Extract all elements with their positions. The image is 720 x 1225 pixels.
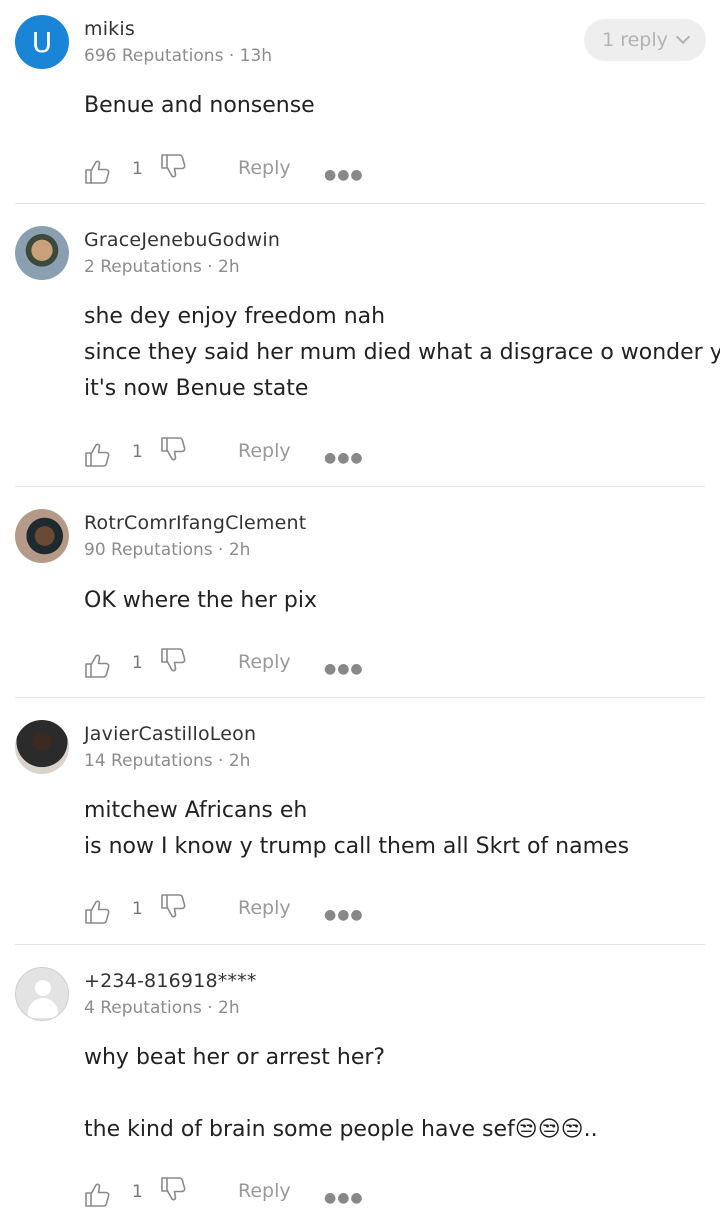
thumbs-down-icon[interactable] xyxy=(160,1176,188,1202)
reply-button[interactable]: Reply xyxy=(238,1180,291,1202)
thumbs-down-icon[interactable] xyxy=(160,647,188,673)
comment-item: U mikis 696 Reputations · 13h 1 reply Be… xyxy=(0,0,720,204)
comment-actions: 1 Reply ●●● xyxy=(84,648,384,681)
chevron-down-icon xyxy=(675,29,690,45)
comment-item: RotrComrIfangClement 90 Reputations · 2h… xyxy=(0,487,720,698)
like-count: 1 xyxy=(132,442,143,462)
user-placeholder-body xyxy=(28,998,58,1018)
comment-item: JavierCastilloLeon 14 Reputations · 2h m… xyxy=(0,698,720,945)
thumbs-down-icon[interactable] xyxy=(160,893,188,919)
more-options-icon[interactable]: ●●● xyxy=(324,1190,364,1206)
more-options-icon[interactable]: ●●● xyxy=(324,167,364,183)
comment-item: GraceJenebuGodwin 2 Reputations · 2h she… xyxy=(0,204,720,487)
avatar[interactable] xyxy=(15,226,69,280)
comment-line: she dey enjoy freedom nah xyxy=(84,304,386,329)
unamused-face-emoji: 😒😒😒 xyxy=(514,1117,584,1142)
avatar[interactable]: U xyxy=(15,15,69,69)
thumbs-up-icon[interactable] xyxy=(84,653,112,679)
username[interactable]: +234-816918**** xyxy=(84,970,257,992)
comment-line: Benue and nonsense xyxy=(84,93,315,118)
comment-meta: 696 Reputations · 13h xyxy=(84,46,273,66)
comment-actions: 1 Reply ●●● xyxy=(84,894,384,927)
comment-actions: 1 Reply ●●● xyxy=(84,437,384,470)
reply-button[interactable]: Reply xyxy=(238,440,291,462)
avatar[interactable] xyxy=(15,509,69,563)
like-count: 1 xyxy=(132,159,143,179)
comment-meta: 4 Reputations · 2h xyxy=(84,998,240,1018)
comment-text: she dey enjoy freedom nah since they sai… xyxy=(84,299,720,407)
reply-button[interactable]: Reply xyxy=(238,157,291,179)
comment-actions: 1 Reply ●●● xyxy=(84,154,384,187)
comment-line: since they said her mum died what a disg… xyxy=(84,340,720,365)
reply-button[interactable]: Reply xyxy=(238,897,291,919)
comment-line xyxy=(84,1076,598,1112)
comment-text: why beat her or arrest her? the kind of … xyxy=(84,1040,598,1148)
replies-label: 1 reply xyxy=(602,29,668,51)
comment-trailing: .. xyxy=(583,1117,598,1142)
username[interactable]: GraceJenebuGodwin xyxy=(84,229,280,251)
username[interactable]: JavierCastilloLeon xyxy=(84,723,256,745)
comment-line-with-emoji: the kind of brain some people have sef😒😒… xyxy=(84,1112,598,1148)
comment-meta: 2 Reputations · 2h xyxy=(84,257,240,277)
avatar[interactable] xyxy=(15,720,69,774)
comment-line: the kind of brain some people have sef xyxy=(84,1117,515,1142)
comment-text: mitchew Africans eh is now I know y trum… xyxy=(84,793,629,865)
avatar-placeholder[interactable] xyxy=(15,967,69,1021)
thumbs-up-icon[interactable] xyxy=(84,1182,112,1208)
thumbs-down-icon[interactable] xyxy=(160,436,188,462)
reply-button[interactable]: Reply xyxy=(238,651,291,673)
avatar-letter: U xyxy=(31,25,53,59)
comment-text: OK where the her pix xyxy=(84,583,317,619)
comment-line: why beat her or arrest her? xyxy=(84,1045,386,1070)
thumbs-down-icon[interactable] xyxy=(160,153,188,179)
user-placeholder-icon xyxy=(35,980,51,996)
like-count: 1 xyxy=(132,899,143,919)
comment-meta: 14 Reputations · 2h xyxy=(84,751,251,771)
comment-meta: 90 Reputations · 2h xyxy=(84,540,251,560)
comment-line: it's now Benue state xyxy=(84,376,309,401)
comment-line: mitchew Africans eh xyxy=(84,798,308,823)
comment-text: Benue and nonsense xyxy=(84,88,315,124)
comment-item: +234-816918**** 4 Reputations · 2h why b… xyxy=(0,945,720,1225)
comment-actions: 1 Reply ●●● xyxy=(84,1177,384,1210)
thumbs-up-icon[interactable] xyxy=(84,159,112,185)
like-count: 1 xyxy=(132,653,143,673)
thumbs-up-icon[interactable] xyxy=(84,899,112,925)
comment-line: OK where the her pix xyxy=(84,588,318,613)
username[interactable]: RotrComrIfangClement xyxy=(84,512,306,534)
more-options-icon[interactable]: ●●● xyxy=(324,450,364,466)
more-options-icon[interactable]: ●●● xyxy=(324,661,364,677)
thumbs-up-icon[interactable] xyxy=(84,442,112,468)
username[interactable]: mikis xyxy=(84,18,135,40)
comment-line: is now I know y trump call them all Skrt… xyxy=(84,834,630,859)
view-replies-button[interactable]: 1 reply xyxy=(584,19,706,61)
like-count: 1 xyxy=(132,1182,143,1202)
more-options-icon[interactable]: ●●● xyxy=(324,907,364,923)
